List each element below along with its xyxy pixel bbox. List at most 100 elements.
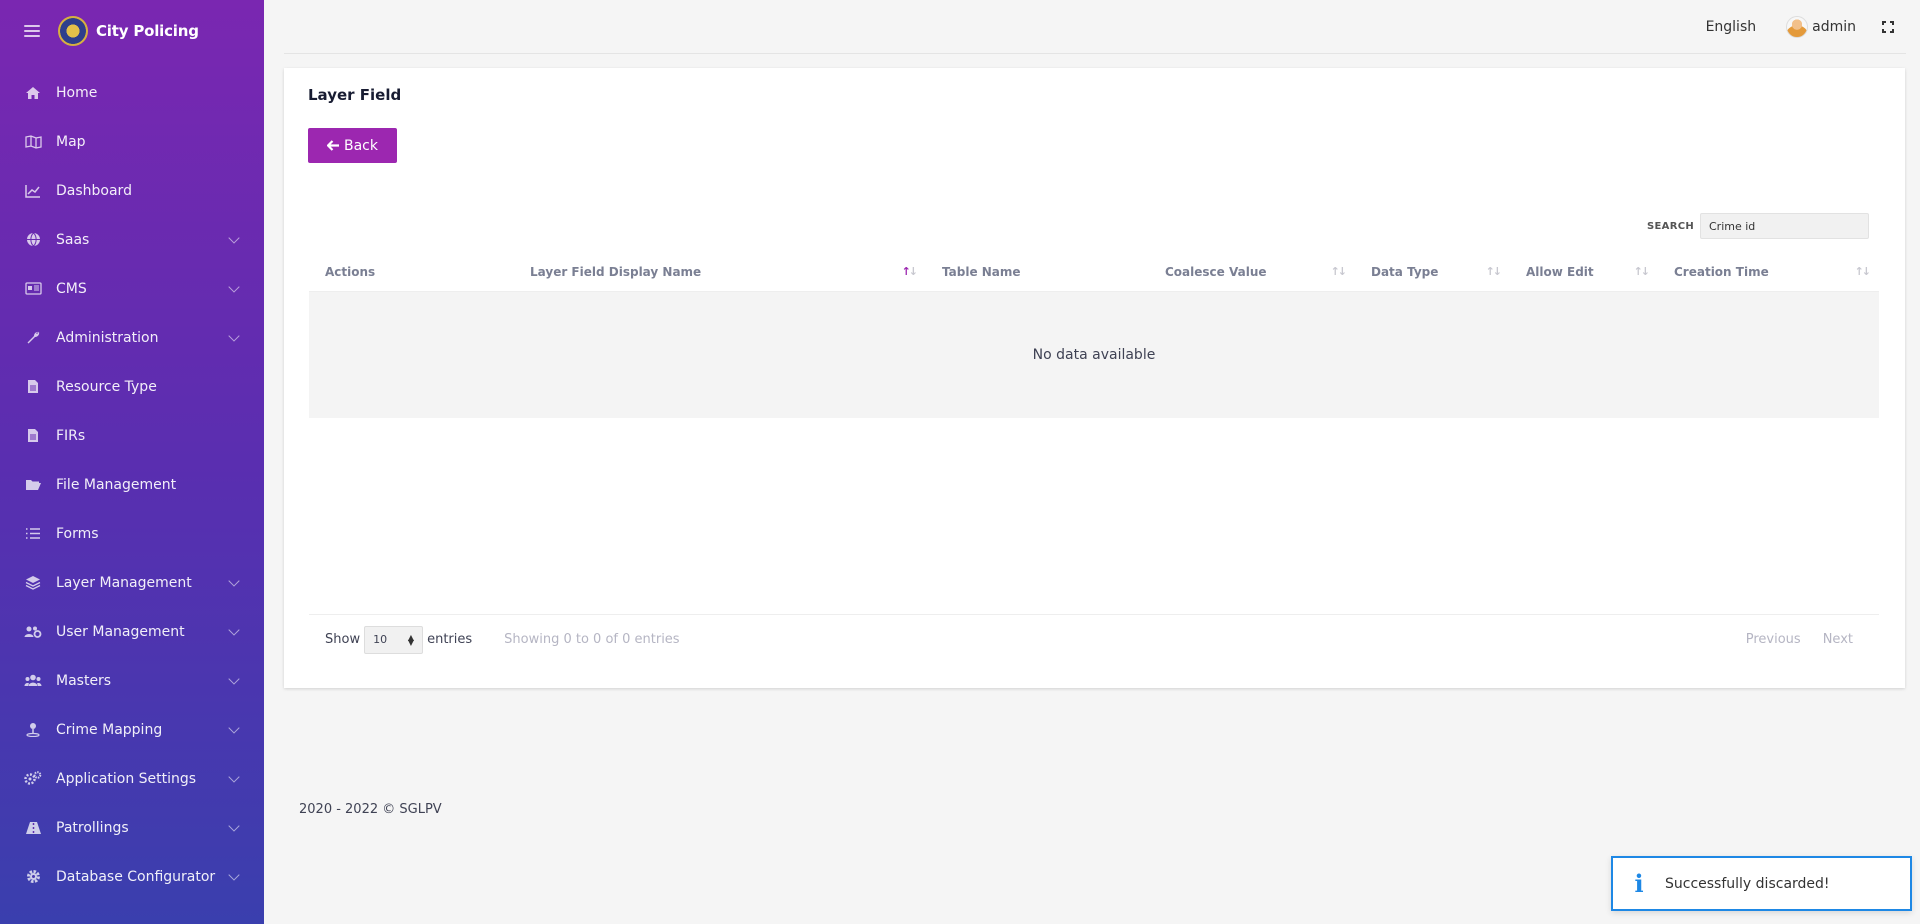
sidebar-item-database-configurator[interactable]: Database Configurator bbox=[0, 852, 264, 901]
previous-page-button[interactable]: Previous bbox=[1746, 632, 1801, 647]
column-header-creation-time[interactable]: Creation Time ↑↓ bbox=[1658, 252, 1879, 291]
chevron-down-icon bbox=[228, 329, 240, 342]
table-footer: Show 10 ▲ ▼ entries Showing 0 to 0 of 0 e… bbox=[309, 614, 1879, 664]
column-header-actions: Actions bbox=[309, 252, 514, 291]
table-header: Actions Layer Field Display Name ↑↓ Table… bbox=[309, 252, 1879, 292]
file-icon bbox=[24, 428, 42, 444]
layers-icon bbox=[24, 575, 42, 591]
select-caret-icon: ▲ ▼ bbox=[407, 632, 415, 647]
back-button[interactable]: Back bbox=[308, 128, 397, 163]
column-header-coalesce-value[interactable]: Coalesce Value ↑↓ bbox=[1149, 252, 1355, 291]
sidebar-item-masters[interactable]: Masters bbox=[0, 656, 264, 705]
toast-message: Successfully discarded! bbox=[1665, 875, 1830, 892]
column-header-table-name: Table Name bbox=[926, 252, 1149, 291]
cogs-icon bbox=[24, 771, 42, 787]
chevron-down-icon bbox=[228, 280, 240, 293]
sidebar-item-application-settings[interactable]: Application Settings bbox=[0, 754, 264, 803]
sidebar-item-label: FIRs bbox=[56, 427, 86, 444]
search-input[interactable] bbox=[1700, 213, 1869, 239]
chevron-down-icon bbox=[228, 574, 240, 587]
sidebar-item-patrollings[interactable]: Patrollings bbox=[0, 803, 264, 852]
entries-label: entries bbox=[427, 632, 473, 647]
police-logo bbox=[58, 16, 88, 46]
road-icon bbox=[24, 820, 42, 836]
chart-line-icon bbox=[24, 183, 42, 199]
toast-notification[interactable]: i Successfully discarded! bbox=[1611, 856, 1912, 911]
chevron-down-icon bbox=[228, 770, 240, 783]
sidebar-item-cms[interactable]: CMS bbox=[0, 264, 264, 313]
globe-icon bbox=[24, 232, 42, 248]
sidebar-item-administration[interactable]: Administration bbox=[0, 313, 264, 362]
column-header-data-type[interactable]: Data Type ↑↓ bbox=[1355, 252, 1510, 291]
back-button-label: Back bbox=[344, 137, 378, 154]
copyright: 2020 - 2022 © SGLPV bbox=[299, 802, 442, 817]
sort-asc-icon: ↑↓ bbox=[901, 265, 919, 278]
sort-icon: ↑↓ bbox=[1330, 265, 1348, 278]
sidebar-item-user-management[interactable]: User Management bbox=[0, 607, 264, 656]
column-header-label: Actions bbox=[325, 264, 376, 279]
sort-icon: ↑↓ bbox=[1485, 265, 1503, 278]
sidebar-nav: Home Map Dashboard Saas CMS Administrati… bbox=[0, 68, 264, 901]
column-header-label: Layer Field Display Name bbox=[530, 264, 702, 279]
folder-open-icon bbox=[24, 477, 42, 493]
sidebar-item-label: Masters bbox=[56, 672, 112, 689]
sidebar-item-map[interactable]: Map bbox=[0, 117, 264, 166]
hamburger-menu-icon[interactable] bbox=[24, 25, 40, 37]
sidebar-item-label: Administration bbox=[56, 329, 159, 346]
column-header-allow-edit[interactable]: Allow Edit ↑↓ bbox=[1510, 252, 1658, 291]
users-cog-icon bbox=[24, 624, 42, 640]
column-header-label: Creation Time bbox=[1674, 264, 1769, 279]
page-size-value: 10 bbox=[373, 633, 388, 646]
column-header-label: Allow Edit bbox=[1526, 264, 1594, 279]
show-label: Show bbox=[325, 632, 361, 647]
sidebar-item-dashboard[interactable]: Dashboard bbox=[0, 166, 264, 215]
sidebar-item-label: File Management bbox=[56, 476, 177, 493]
user-menu[interactable]: admin bbox=[1786, 15, 1856, 38]
avatar bbox=[1786, 15, 1809, 38]
sidebar-item-firs[interactable]: FIRs bbox=[0, 411, 264, 460]
sidebar-item-label: User Management bbox=[56, 623, 185, 640]
chevron-down-icon bbox=[228, 231, 240, 244]
sidebar-item-label: Saas bbox=[56, 231, 90, 248]
sidebar-item-label: Crime Mapping bbox=[56, 721, 163, 738]
sort-icon: ↑↓ bbox=[1633, 265, 1651, 278]
map-pin-icon bbox=[24, 722, 42, 738]
table-info: Showing 0 to 0 of 0 entries bbox=[504, 632, 680, 647]
file-icon bbox=[24, 379, 42, 395]
next-page-button[interactable]: Next bbox=[1823, 632, 1853, 647]
sidebar-item-home[interactable]: Home bbox=[0, 68, 264, 117]
search-label: SEARCH bbox=[1647, 220, 1694, 232]
info-icon: i bbox=[1634, 869, 1644, 898]
home-icon bbox=[24, 85, 42, 101]
sidebar-item-crime-mapping[interactable]: Crime Mapping bbox=[0, 705, 264, 754]
chevron-down-icon bbox=[228, 623, 240, 636]
chevron-down-icon bbox=[228, 868, 240, 881]
sidebar-item-label: Forms bbox=[56, 525, 99, 542]
layer-field-table: Actions Layer Field Display Name ↑↓ Table… bbox=[309, 252, 1879, 418]
sidebar-item-label: Patrollings bbox=[56, 819, 129, 836]
language-selector[interactable]: English bbox=[1706, 19, 1757, 35]
sidebar-item-resource-type[interactable]: Resource Type bbox=[0, 362, 264, 411]
column-header-label: Coalesce Value bbox=[1165, 264, 1267, 279]
sidebar-item-label: Dashboard bbox=[56, 182, 132, 199]
column-header-label: Table Name bbox=[942, 264, 1021, 279]
empty-table-message: No data available bbox=[309, 292, 1879, 418]
chevron-down-icon bbox=[228, 721, 240, 734]
sidebar-item-file-management[interactable]: File Management bbox=[0, 460, 264, 509]
cms-icon bbox=[24, 281, 42, 297]
sidebar-item-label: CMS bbox=[56, 280, 87, 297]
brand: City Policing bbox=[0, 0, 264, 62]
users-icon bbox=[24, 673, 42, 689]
username: admin bbox=[1812, 18, 1856, 35]
column-header-layer-field-display-name[interactable]: Layer Field Display Name ↑↓ bbox=[514, 252, 926, 291]
sidebar-item-layer-management[interactable]: Layer Management bbox=[0, 558, 264, 607]
sidebar-item-label: Layer Management bbox=[56, 574, 192, 591]
sidebar-item-saas[interactable]: Saas bbox=[0, 215, 264, 264]
app-name: City Policing bbox=[96, 22, 199, 40]
fullscreen-icon[interactable] bbox=[1882, 20, 1894, 33]
list-icon bbox=[24, 526, 42, 542]
page-size-select[interactable]: 10 ▲ ▼ bbox=[364, 625, 424, 654]
sidebar-item-label: Resource Type bbox=[56, 378, 157, 395]
sidebar-item-forms[interactable]: Forms bbox=[0, 509, 264, 558]
sidebar-item-label: Database Configurator bbox=[56, 868, 216, 885]
